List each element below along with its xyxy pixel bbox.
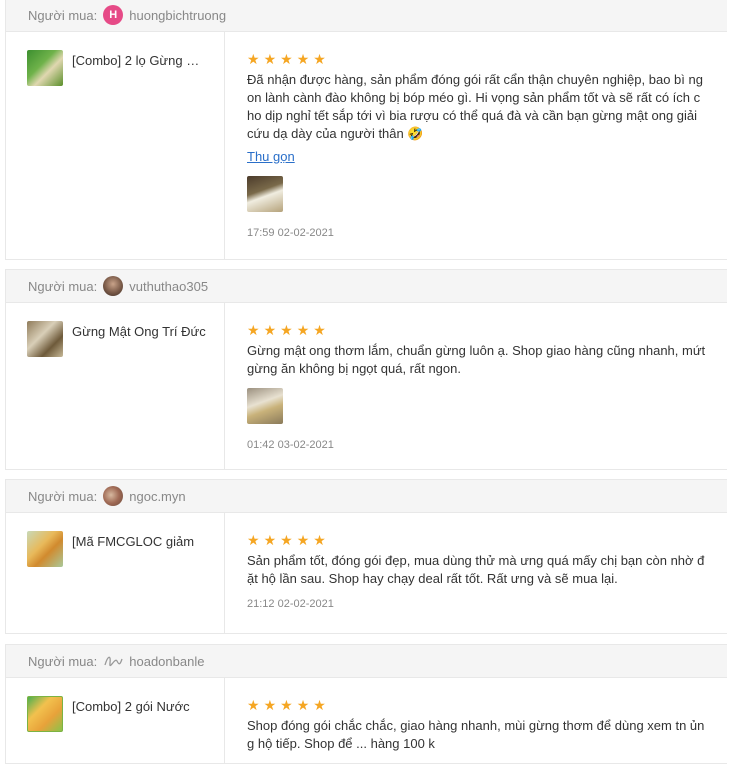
buyer-username[interactable]: ngoc.myn [129,489,185,504]
review-content: ★ ★ ★ ★ ★ Đã nhận được hàng, sản phẩm đó… [225,32,727,260]
buyer-avatar[interactable] [103,651,123,671]
buyer-label: Người mua: [28,488,98,504]
product-name[interactable]: [Combo] 2 lọ Gừng Mật Ong [72,53,208,69]
star-icon: ★ [313,532,326,548]
star-icon: ★ [247,322,260,338]
star-icon: ★ [296,322,310,338]
review-card: Người mua: ngoc.myn [Mã FMCGLOC giảm ★ ★… [5,479,727,634]
star-icon: ★ [280,532,293,548]
review-timestamp: 17:59 02-02-2021 [247,227,334,239]
star-icon: ★ [263,697,277,713]
review-body: [Combo] 2 gói Nước ★ ★ ★ ★ ★ Shop đóng g… [6,678,727,764]
product-info[interactable]: Gừng Mật Ong Trí Đức [6,303,225,470]
star-icon: ★ [296,51,310,67]
review-header: Người mua: H huongbichtruong [6,0,727,32]
star-icon: ★ [247,532,260,548]
product-info[interactable]: [Mã FMCGLOC giảm [6,513,225,634]
rating-stars: ★ ★ ★ ★ ★ [247,533,707,547]
product-info[interactable]: [Combo] 2 lọ Gừng Mật Ong [6,32,225,260]
star-icon: ★ [263,322,277,338]
product-thumbnail[interactable] [27,696,63,732]
buyer-label: Người mua: [28,278,98,294]
star-icon: ★ [280,51,293,67]
star-icon: ★ [247,51,260,67]
star-icon: ★ [280,697,293,713]
star-icon: ★ [313,697,326,713]
rating-stars: ★ ★ ★ ★ ★ [247,52,707,66]
star-icon: ★ [280,322,293,338]
review-body: [Mã FMCGLOC giảm ★ ★ ★ ★ ★ Sản phẩm tốt,… [6,513,727,634]
review-timestamp: 01:42 03-02-2021 [247,439,334,451]
review-photo[interactable] [247,176,283,212]
review-card: Người mua: hoadonbanle [Combo] 2 gói Nướ… [5,644,727,764]
buyer-username[interactable]: huongbichtruong [129,8,226,23]
review-photo[interactable] [247,388,283,424]
buyer-label: Người mua: [28,653,98,669]
review-comment: Gừng mật ong thơm lắm, chuẩn gừng luôn ạ… [247,343,706,376]
review-content: ★ ★ ★ ★ ★ Shop đóng gói chắc chắc, giao … [225,678,727,764]
star-icon: ★ [313,51,326,67]
review-comment: Đã nhận được hàng, sản phẩm đóng gói rất… [247,72,703,141]
review-body: [Combo] 2 lọ Gừng Mật Ong ★ ★ ★ ★ ★ Đã n… [6,32,727,260]
star-icon: ★ [247,697,260,713]
star-icon: ★ [313,322,326,338]
star-icon: ★ [263,51,277,67]
review-card: Người mua: H huongbichtruong [Combo] 2 l… [5,0,727,260]
review-comment: Shop đóng gói chắc chắc, giao hàng nhanh… [247,718,705,751]
collapse-link[interactable]: Thu gọn [247,149,295,164]
product-info[interactable]: [Combo] 2 gói Nước [6,678,225,764]
product-name[interactable]: [Mã FMCGLOC giảm [72,534,208,550]
star-icon: ★ [263,532,277,548]
buyer-avatar[interactable] [103,486,124,506]
review-header: Người mua: vuthuthao305 [6,270,727,303]
review-card: Người mua: vuthuthao305 Gừng Mật Ong Trí… [5,269,727,470]
star-icon: ★ [296,532,310,548]
review-timestamp: 21:12 02-02-2021 [247,598,334,610]
review-body: Gừng Mật Ong Trí Đức ★ ★ ★ ★ ★ Gừng mật … [6,303,727,470]
product-name[interactable]: [Combo] 2 gói Nước [72,699,208,715]
review-header: Người mua: hoadonbanle [6,645,727,678]
buyer-username[interactable]: hoadonbanle [129,654,204,669]
buyer-avatar[interactable]: H [103,5,124,25]
signature-icon [104,656,123,667]
review-content: ★ ★ ★ ★ ★ Sản phẩm tốt, đóng gói đẹp, mu… [225,513,727,634]
rating-stars: ★ ★ ★ ★ ★ [247,698,707,712]
buyer-label: Người mua: [28,7,98,23]
rating-stars: ★ ★ ★ ★ ★ [247,323,707,337]
product-thumbnail[interactable] [27,50,63,86]
review-content: ★ ★ ★ ★ ★ Gừng mật ong thơm lắm, chuẩn g… [225,303,727,470]
review-comment: Sản phẩm tốt, đóng gói đẹp, mua dùng thử… [247,553,705,586]
product-name[interactable]: Gừng Mật Ong Trí Đức [72,324,208,340]
product-thumbnail[interactable] [27,321,63,357]
product-thumbnail[interactable] [27,531,63,567]
review-header: Người mua: ngoc.myn [6,480,727,513]
buyer-avatar[interactable] [103,276,124,296]
star-icon: ★ [296,697,310,713]
buyer-username[interactable]: vuthuthao305 [129,279,208,294]
